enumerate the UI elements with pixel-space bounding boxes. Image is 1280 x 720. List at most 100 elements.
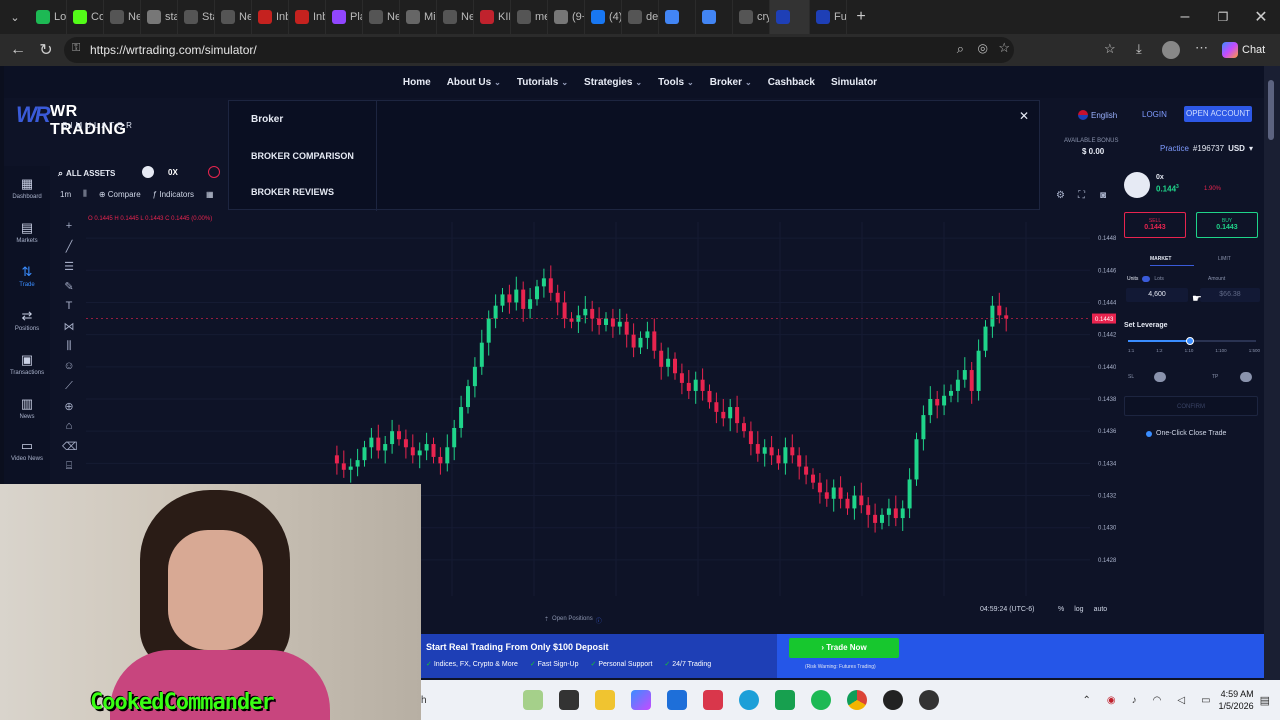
site-logo[interactable]: WR WR TRADING SIMULATOR <box>16 102 146 138</box>
spotify-icon[interactable] <box>810 690 831 710</box>
trade-now-button[interactable]: › Trade Now <box>789 638 899 658</box>
volume-icon[interactable]: ◁ <box>1177 695 1185 706</box>
sidebar-item-positions[interactable]: ⇄ Positions <box>4 304 50 344</box>
sidebar-item-trade[interactable]: ⇅ Trade <box>4 260 50 300</box>
nav-item-tools[interactable]: Tools ⌄ <box>658 77 694 88</box>
browser-tab[interactable]: New <box>104 0 141 34</box>
tray-chevron-icon[interactable]: ⌃ <box>1083 695 1091 706</box>
fullscreen-icon[interactable]: ⛶ <box>1078 190 1085 201</box>
browser-tab[interactable]: Play <box>326 0 363 34</box>
store-icon[interactable] <box>666 690 687 710</box>
edge-icon[interactable] <box>738 690 759 710</box>
leverage-option[interactable]: 1:100 <box>1215 348 1226 353</box>
sell-button[interactable]: SELL 0.1443 <box>1124 212 1186 238</box>
page-scrollbar[interactable] <box>1264 66 1280 680</box>
leverage-slider[interactable] <box>1128 337 1256 345</box>
browser-tab[interactable]: New <box>363 0 400 34</box>
close-icon[interactable]: ✕ <box>1019 109 1029 123</box>
back-icon[interactable]: ← <box>4 36 32 64</box>
task-view-icon[interactable] <box>558 690 579 710</box>
layout-icon[interactable]: ▦ <box>206 190 214 199</box>
browser-tab[interactable] <box>770 0 810 34</box>
account-selector[interactable]: Practice #196737 USD ▾ <box>1160 144 1253 153</box>
browser-tab[interactable]: Inbo <box>289 0 326 34</box>
browser-tab[interactable]: dem <box>622 0 659 34</box>
browser-tab[interactable]: Cook <box>67 0 104 34</box>
network-icon[interactable]: ◠ <box>1153 695 1162 706</box>
battery-icon[interactable]: ▭ <box>1201 695 1210 706</box>
confirm-button[interactable]: CONFIRM <box>1124 396 1258 416</box>
leverage-slider-thumb[interactable] <box>1186 337 1194 345</box>
url-input[interactable]: ⚿ https://wrtrading.com/simulator/ ⌕ ◎ ☆ <box>64 37 1014 63</box>
asset-tab[interactable]: 0X <box>142 166 178 178</box>
terminal-icon[interactable] <box>774 690 795 710</box>
favorite-star-icon[interactable]: ☆ <box>998 40 1010 56</box>
media-player-icon[interactable] <box>918 690 939 710</box>
percent-scale-button[interactable]: % <box>1058 606 1064 613</box>
order-tab-market[interactable]: MARKET <box>1150 256 1194 266</box>
nav-item-broker[interactable]: Broker ⌄ <box>710 77 752 88</box>
browser-tab[interactable]: (9+) <box>548 0 585 34</box>
units-lots-toggle[interactable] <box>1142 276 1151 282</box>
sidebar-item-markets[interactable]: ▤ Markets <box>4 216 50 256</box>
nav-item-simulator[interactable]: Simulator <box>831 77 877 88</box>
more-menu-icon[interactable]: ⋯ <box>1195 40 1208 56</box>
nav-item-cashback[interactable]: Cashback <box>768 77 815 88</box>
browser-tab[interactable]: (4) F <box>585 0 622 34</box>
browser-tab[interactable]: Lone <box>30 0 67 34</box>
login-link[interactable]: LOGIN <box>1142 110 1167 119</box>
browser-tab[interactable]: Inbo <box>252 0 289 34</box>
nav-item-tutorials[interactable]: Tutorials ⌄ <box>517 77 568 88</box>
maximize-icon[interactable]: ❐ <box>1204 3 1242 31</box>
browser-tab[interactable]: meta <box>511 0 548 34</box>
order-tab-limit[interactable]: LIMIT <box>1218 256 1231 262</box>
refresh-icon[interactable]: ↻ <box>32 36 60 64</box>
open-positions-toggle[interactable]: ⇡ Open Positions ⓘ <box>544 616 602 625</box>
timeframe-selector[interactable]: 1m <box>60 190 71 199</box>
leverage-option[interactable]: 1:1 <box>1128 348 1134 353</box>
nav-item-home[interactable]: Home <box>403 77 431 88</box>
sidebar-item-dashboard[interactable]: ▦ Dashboard <box>4 172 50 212</box>
language-selector[interactable]: English <box>1078 110 1117 120</box>
sidebar-item-video-news[interactable]: ▭ Video News <box>4 434 50 474</box>
all-assets-button[interactable]: ⌕ ALL ASSETS <box>58 168 115 179</box>
taskbar-widget-icon[interactable] <box>522 690 543 710</box>
broker-comparison-link[interactable]: BROKER COMPARISON <box>251 151 354 161</box>
indicators-button[interactable]: ƒ Indicators <box>153 190 194 199</box>
snipping-tool-icon[interactable] <box>702 690 723 710</box>
obs-icon[interactable] <box>882 690 903 710</box>
browser-tab[interactable]: Stan <box>178 0 215 34</box>
tab-menu-icon[interactable]: ⌄ <box>0 3 30 31</box>
leverage-option[interactable]: 1:2 <box>1156 348 1162 353</box>
new-tab-button[interactable]: + <box>847 3 875 31</box>
open-account-button[interactable]: OPEN ACCOUNT <box>1184 106 1252 122</box>
chrome-icon[interactable] <box>846 690 867 710</box>
downloads-icon[interactable]: ⤓ <box>1136 41 1142 57</box>
leverage-option[interactable]: 1:500 <box>1249 348 1260 353</box>
nav-item-about-us[interactable]: About Us ⌄ <box>447 77 501 88</box>
one-click-close-toggle[interactable]: One-Click Close Trade <box>1146 430 1226 437</box>
copilot-taskbar-icon[interactable] <box>630 690 651 710</box>
browser-tab[interactable]: KIN <box>474 0 511 34</box>
browser-tab[interactable]: crypt <box>733 0 770 34</box>
microphone-icon[interactable]: ♪ <box>1132 695 1137 706</box>
tp-toggle[interactable] <box>1240 372 1252 382</box>
compare-button[interactable]: ⊕ Compare <box>99 190 141 199</box>
notification-icon[interactable]: ▤ <box>1260 694 1270 707</box>
browser-tab[interactable]: New <box>215 0 252 34</box>
minimize-icon[interactable]: – <box>1166 3 1204 31</box>
auto-scale-button[interactable]: auto <box>1094 606 1108 613</box>
camera-icon[interactable]: ◙ <box>1100 190 1106 201</box>
amount-input[interactable]: $66.38 <box>1200 288 1260 302</box>
browser-tab[interactable] <box>659 0 696 34</box>
sidebar-item-transactions[interactable]: ▣ Transactions <box>4 348 50 388</box>
log-scale-button[interactable]: log <box>1074 606 1083 613</box>
browser-tab[interactable]: New <box>437 0 474 34</box>
sidebar-item-news[interactable]: ▥ News <box>4 392 50 432</box>
buy-button[interactable]: BUY 0.1443 <box>1196 212 1258 238</box>
browser-tab[interactable] <box>696 0 733 34</box>
browser-tab[interactable]: Mine <box>400 0 437 34</box>
broker-reviews-link[interactable]: BROKER REVIEWS <box>251 187 334 197</box>
browser-tab[interactable]: Futu <box>810 0 847 34</box>
site-info-icon[interactable]: ⚿ <box>72 42 80 55</box>
